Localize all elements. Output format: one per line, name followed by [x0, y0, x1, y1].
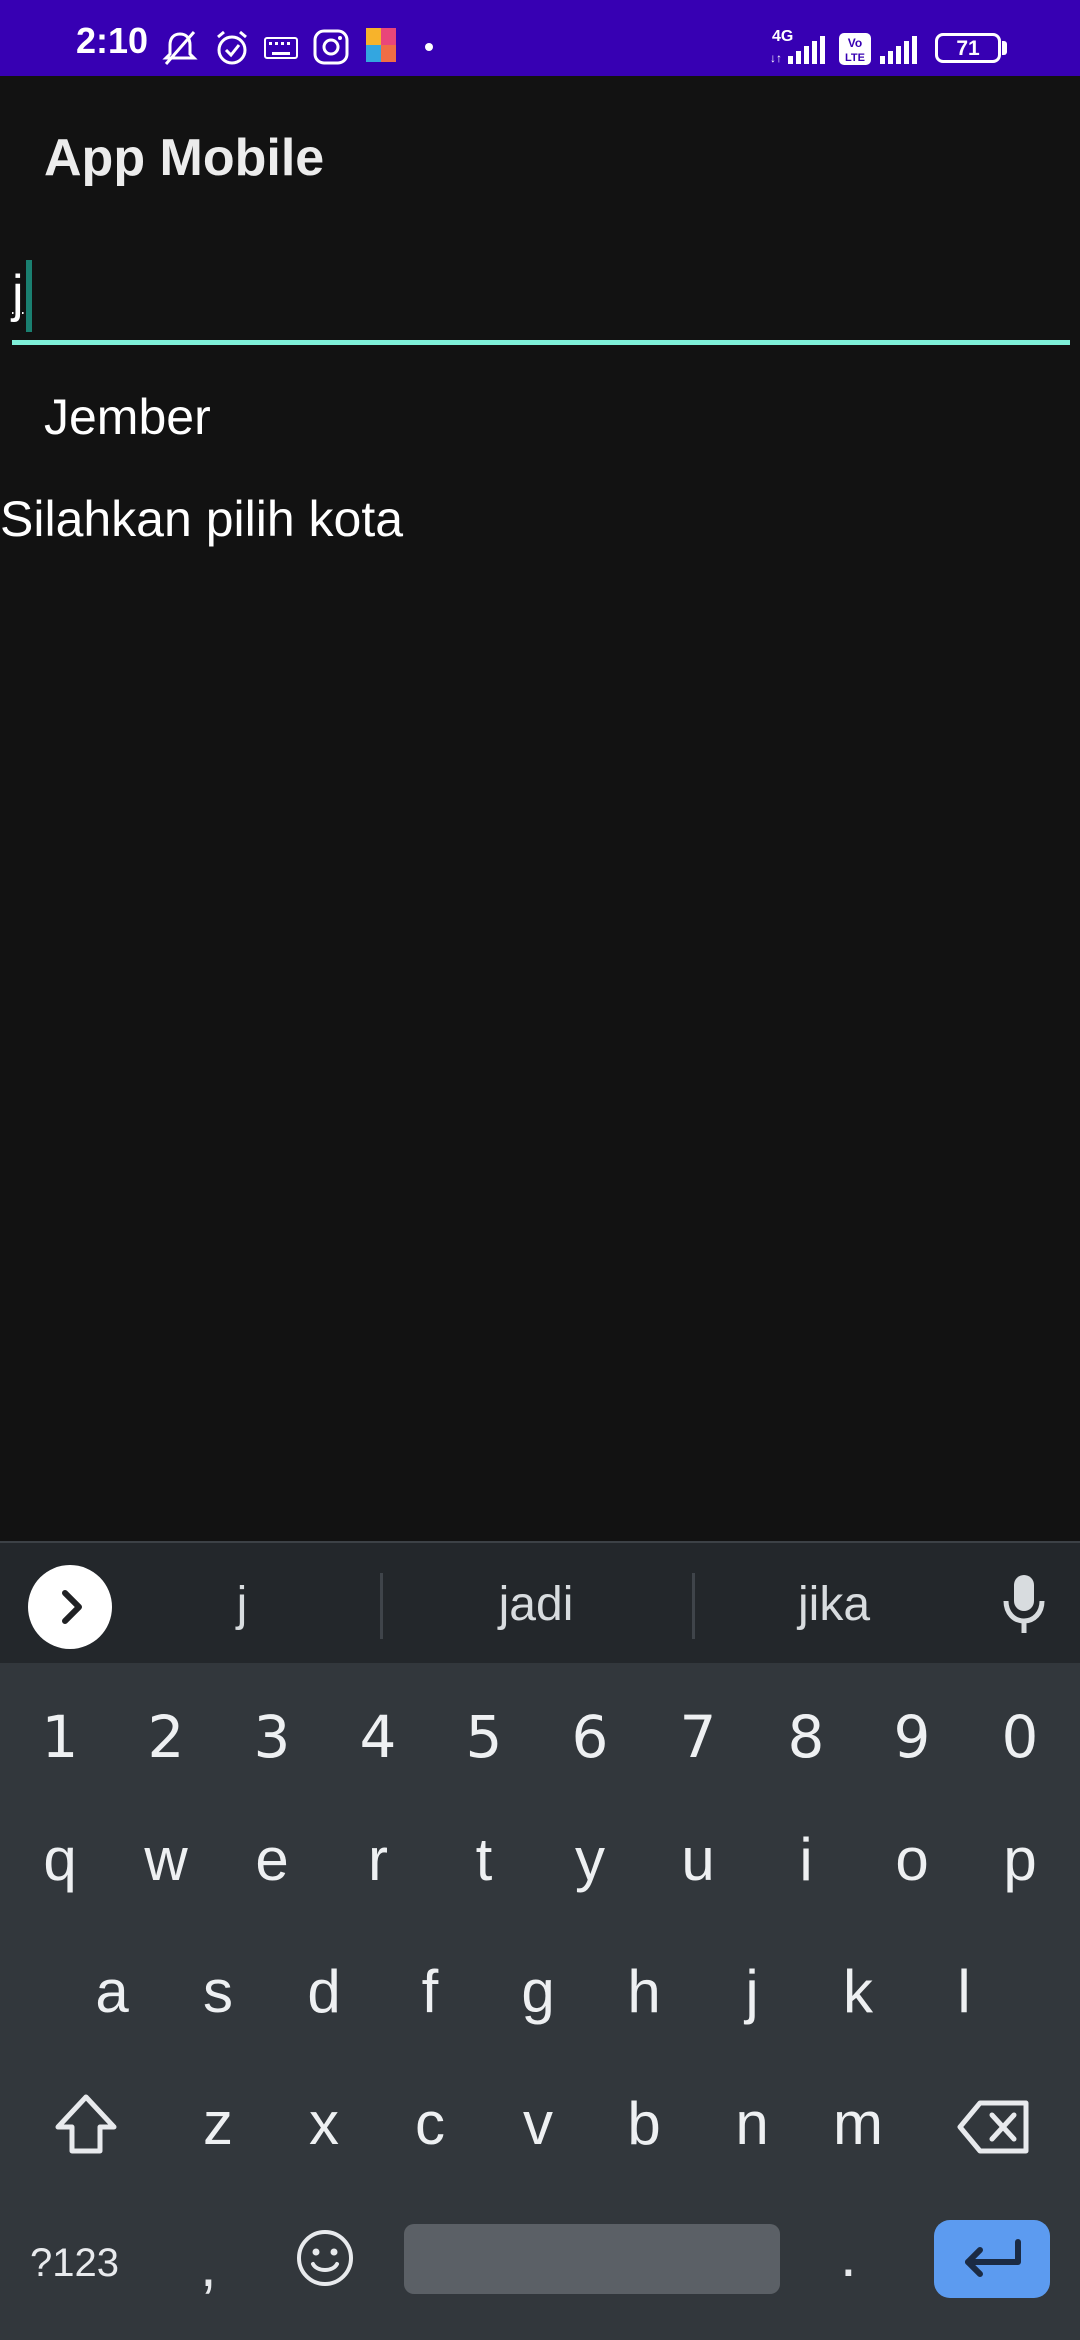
key-9[interactable]: 9 [862, 1703, 962, 1771]
status-time: 2:10 [76, 20, 149, 61]
status-bar: 2:10 4G ↓↑ Vo LTE 71 [0, 0, 1080, 76]
key-k[interactable]: k [808, 1957, 908, 2026]
key-c[interactable]: c [380, 2089, 480, 2158]
key-u[interactable]: u [648, 1825, 748, 1894]
mute-notification-icon [162, 31, 198, 65]
microphone-icon[interactable] [1000, 1571, 1048, 1637]
key-q[interactable]: q [10, 1825, 110, 1894]
key-i[interactable]: i [756, 1825, 856, 1894]
enter-button[interactable] [934, 2220, 1050, 2298]
space-key[interactable] [404, 2224, 780, 2294]
suggestion-word[interactable]: j [192, 1577, 292, 1632]
comma-key[interactable]: , [200, 2231, 217, 2300]
divider [692, 1573, 695, 1639]
backspace-icon[interactable] [956, 2097, 1032, 2157]
key-0[interactable]: 0 [970, 1703, 1070, 1771]
svg-text:LTE: LTE [845, 52, 865, 64]
key-t[interactable]: t [434, 1825, 534, 1894]
suggestion-word[interactable]: jika [734, 1577, 934, 1632]
key-e[interactable]: e [222, 1825, 322, 1894]
symbols-key[interactable]: ?123 [30, 2241, 119, 2286]
battery-level: 71 [956, 37, 980, 60]
enter-icon [965, 2239, 1021, 2277]
app-title: App Mobile [44, 129, 325, 187]
text-cursor [26, 260, 32, 332]
key-y[interactable]: y [540, 1825, 640, 1894]
key-n[interactable]: n [702, 2089, 802, 2158]
alarm-icon [217, 30, 247, 65]
emoji-icon[interactable] [294, 2227, 356, 2289]
key-z[interactable]: z [168, 2089, 268, 2158]
battery-icon: 71 [935, 33, 1001, 63]
key-v[interactable]: v [488, 2089, 588, 2158]
key-p[interactable]: p [970, 1825, 1070, 1894]
key-5[interactable]: 5 [434, 1703, 534, 1771]
key-r[interactable]: r [328, 1825, 428, 1894]
suggestion-word[interactable]: jadi [436, 1577, 636, 1632]
svg-text:↓↑: ↓↑ [770, 51, 782, 64]
input-underline [12, 340, 1070, 345]
dropdown-suggestion-item[interactable]: Jember [44, 388, 211, 446]
chevron-right-icon [62, 1590, 82, 1624]
key-h[interactable]: h [594, 1957, 694, 2026]
key-6[interactable]: 6 [540, 1703, 640, 1771]
signal-icon [880, 36, 917, 64]
key-d[interactable]: d [274, 1957, 374, 2026]
divider [380, 1573, 383, 1639]
key-j[interactable]: j [702, 1957, 802, 2026]
prompt-text: Silahkan pilih kota [0, 491, 404, 547]
signal-icon: ↓↑ [770, 36, 825, 64]
key-8[interactable]: 8 [756, 1703, 856, 1771]
keyboard-icon [264, 37, 298, 59]
key-l[interactable]: l [914, 1957, 1014, 2026]
key-2[interactable]: 2 [116, 1703, 216, 1771]
key-s[interactable]: s [168, 1957, 268, 2026]
key-7[interactable]: 7 [648, 1703, 748, 1771]
key-w[interactable]: w [116, 1825, 216, 1894]
suggestion-strip: j jadi jika [0, 1541, 1080, 1663]
key-m[interactable]: m [808, 2089, 908, 2158]
battery-tip [1002, 41, 1007, 55]
instagram-icon [313, 29, 349, 65]
dot-icon [425, 43, 433, 51]
svg-text:Vo: Vo [848, 36, 862, 50]
period-key[interactable]: . [840, 2221, 857, 2290]
key-o[interactable]: o [862, 1825, 962, 1894]
key-a[interactable]: a [62, 1957, 162, 2026]
key-g[interactable]: g [488, 1957, 588, 2026]
city-input[interactable]: j [12, 250, 1070, 348]
key-4[interactable]: 4 [328, 1703, 428, 1771]
key-b[interactable]: b [594, 2089, 694, 2158]
app-colorful-icon [366, 28, 396, 62]
key-f[interactable]: f [380, 1957, 480, 2026]
city-input-value[interactable]: j [12, 264, 24, 324]
expand-toolbar-button[interactable] [28, 1565, 112, 1649]
key-3[interactable]: 3 [222, 1703, 322, 1771]
volte-icon: Vo LTE [839, 33, 871, 65]
soft-keyboard: j jadi jika 1 2 3 4 5 6 7 8 9 0 q w e r … [0, 1541, 1080, 2340]
key-x[interactable]: x [274, 2089, 374, 2158]
key-1[interactable]: 1 [10, 1703, 110, 1771]
shift-icon[interactable] [50, 2089, 122, 2161]
